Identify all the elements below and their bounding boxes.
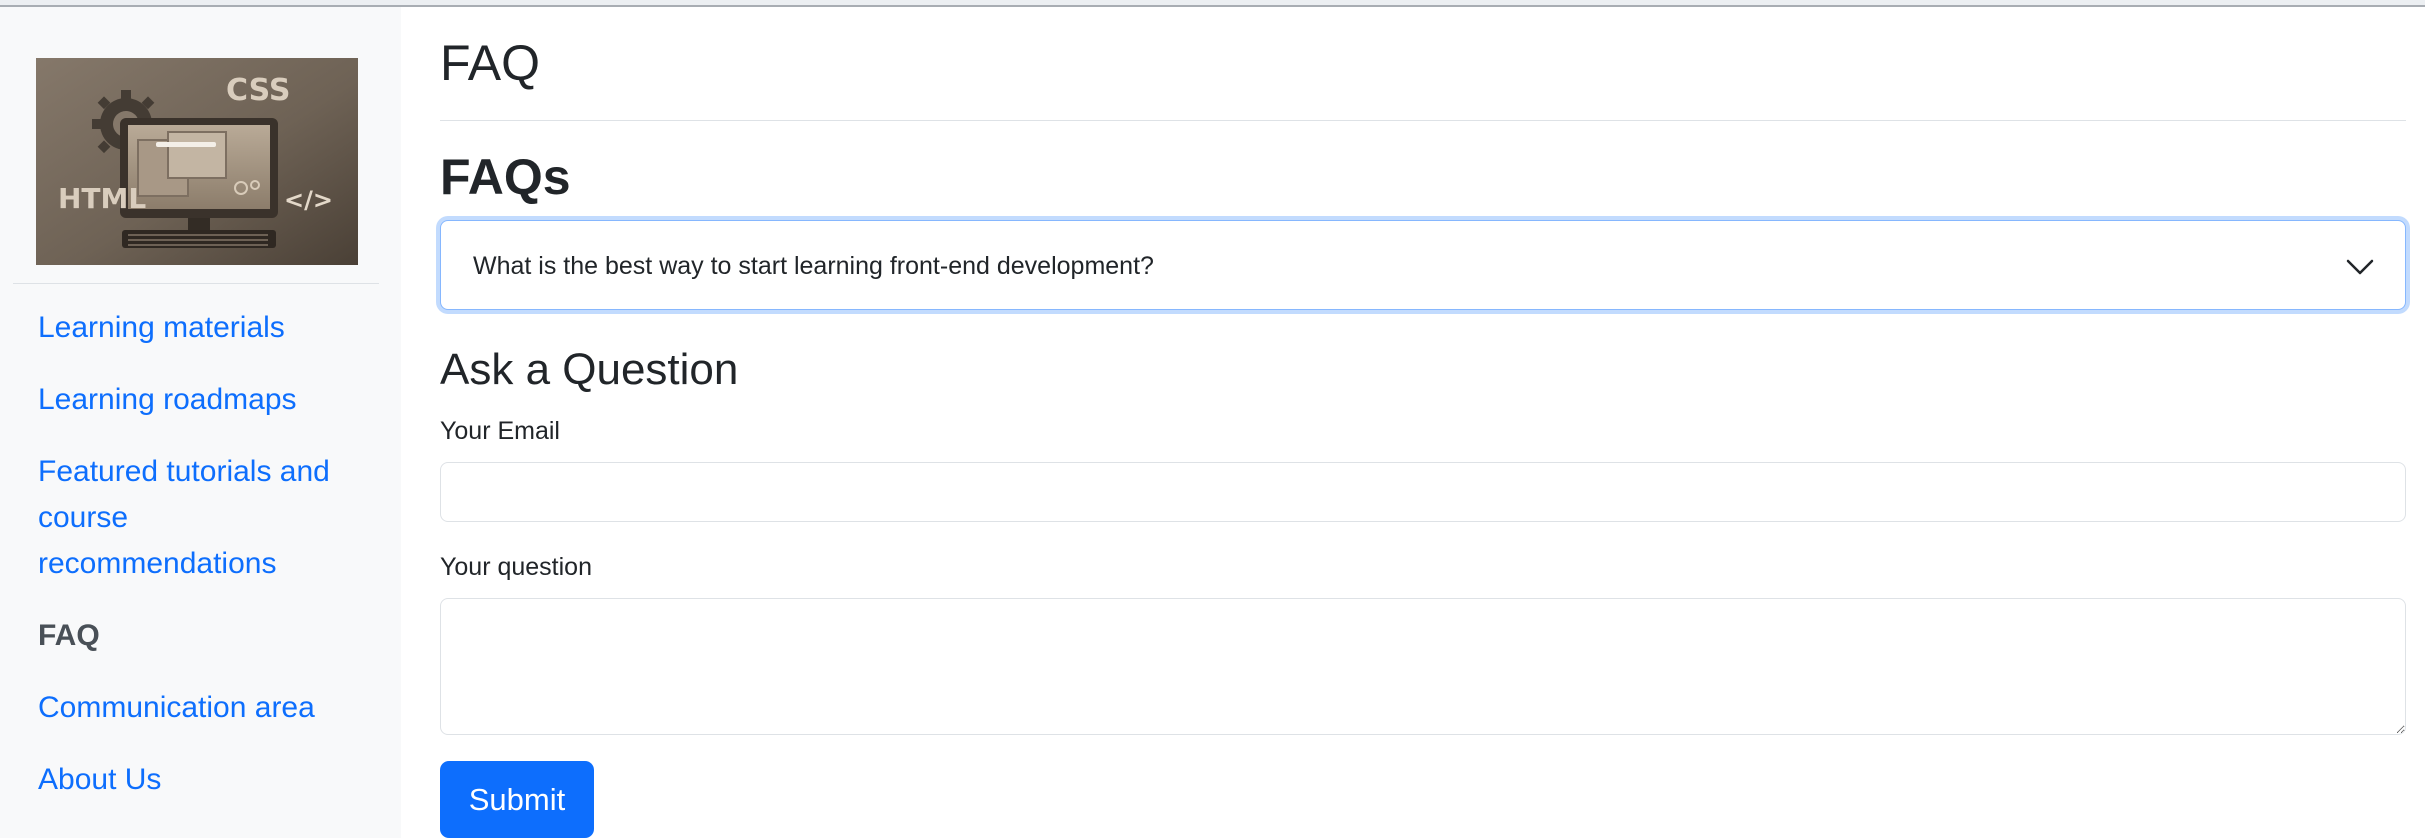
submit-button[interactable]: Submit — [440, 761, 594, 838]
chevron-down-icon — [2346, 259, 2374, 275]
sidebar: CSS HTML </> Learning materials Learning… — [0, 7, 401, 838]
question-textarea[interactable] — [440, 598, 2406, 735]
sidebar-item-featured-tutorials[interactable]: Featured tutorials and course recommenda… — [38, 449, 368, 587]
sidebar-item-faq[interactable]: FAQ — [38, 613, 368, 659]
browser-top-edge — [0, 0, 2425, 7]
title-divider — [440, 120, 2406, 121]
svg-text:CSS: CSS — [226, 73, 290, 108]
html-css-logo-icon: CSS HTML </> — [36, 58, 358, 265]
sidebar-item-learning-roadmaps[interactable]: Learning roadmaps — [38, 377, 368, 423]
sidebar-item-communication-area[interactable]: Communication area — [38, 685, 368, 731]
question-label: Your question — [440, 553, 592, 581]
page-title: FAQ — [440, 35, 541, 91]
sidebar-item-about-us[interactable]: About Us — [38, 757, 368, 803]
faqs-heading: FAQs — [440, 149, 571, 205]
email-field[interactable] — [440, 462, 2406, 522]
sidebar-divider — [13, 283, 379, 284]
svg-text:HTML: HTML — [58, 182, 146, 215]
ask-question-heading: Ask a Question — [440, 345, 739, 394]
sidebar-item-learning-materials[interactable]: Learning materials — [38, 305, 368, 351]
sidebar-nav: Learning materials Learning roadmaps Fea… — [38, 305, 368, 829]
email-label: Your Email — [440, 417, 560, 445]
faq-accordion-item[interactable]: What is the best way to start learning f… — [440, 220, 2406, 310]
faq-question: What is the best way to start learning f… — [473, 252, 1154, 280]
svg-text:</>: </> — [284, 186, 333, 214]
